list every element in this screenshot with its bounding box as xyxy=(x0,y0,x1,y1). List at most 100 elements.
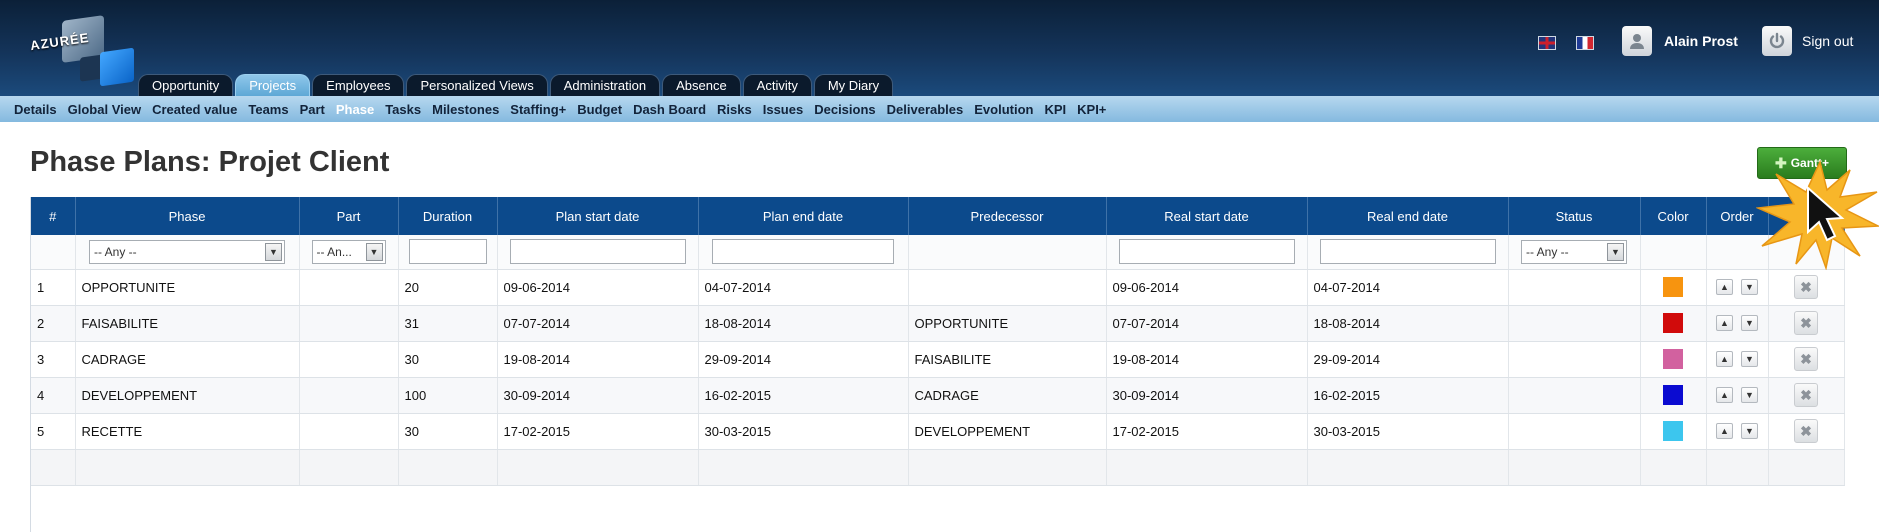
col-header-plan-start[interactable]: Plan start date xyxy=(497,197,699,235)
arrow-up-icon[interactable]: ▲ xyxy=(1716,387,1733,403)
subnav-item-issues[interactable]: Issues xyxy=(763,102,803,117)
color-swatch[interactable] xyxy=(1663,385,1683,405)
chevron-down-icon: ▼ xyxy=(365,242,383,261)
cell-duration: 30 xyxy=(398,413,498,450)
real-end-filter-input[interactable] xyxy=(1319,239,1496,265)
cell-plan-start: 30-09-2014 xyxy=(497,377,699,414)
table-row[interactable]: 1 OPPORTUNITE 20 09-06-2014 04-07-2014 09-06-… xyxy=(31,269,1845,306)
main-tab-administration[interactable]: Administration xyxy=(549,74,661,96)
cell-phase: OPPORTUNITE xyxy=(75,269,300,306)
subnav-item-kpi[interactable]: KPI xyxy=(1044,102,1066,117)
cell-part xyxy=(299,269,399,306)
cell-status xyxy=(1508,305,1641,342)
col-header-phase[interactable]: Phase xyxy=(75,197,300,235)
arrow-down-icon[interactable]: ▼ xyxy=(1741,387,1758,403)
subnav-item-deliverables[interactable]: Deliverables xyxy=(887,102,964,117)
subnav-item-budget[interactable]: Budget xyxy=(577,102,622,117)
color-swatch[interactable] xyxy=(1663,349,1683,369)
col-header-status[interactable]: Status xyxy=(1508,197,1641,235)
status-filter-select[interactable]: -- Any -- ▼ xyxy=(1521,239,1627,264)
subnav-item-milestones[interactable]: Milestones xyxy=(432,102,499,117)
phase-filter-select[interactable]: -- Any -- ▼ xyxy=(89,239,285,264)
arrow-down-icon[interactable]: ▼ xyxy=(1741,315,1758,331)
cell-status xyxy=(1508,269,1641,306)
table-row[interactable]: 2 FAISABILITE 31 07-07-2014 18-08-2014 OPPORT… xyxy=(31,305,1845,342)
duration-filter-input[interactable] xyxy=(408,239,487,265)
subnav-item-teams[interactable]: Teams xyxy=(248,102,288,117)
cell-real-start: 19-08-2014 xyxy=(1106,341,1308,378)
subnav-item-created-value[interactable]: Created value xyxy=(152,102,237,117)
subnav-item-dash-board[interactable]: Dash Board xyxy=(633,102,706,117)
subnav-item-tasks[interactable]: Tasks xyxy=(385,102,421,117)
chevron-down-icon: ▼ xyxy=(1607,242,1624,261)
azuree-logo[interactable]: AZURÉE xyxy=(22,10,142,90)
arrow-up-icon[interactable]: ▲ xyxy=(1716,279,1733,295)
main-tab-absence[interactable]: Absence xyxy=(662,74,741,96)
cell-num: 1 xyxy=(31,269,76,306)
close-icon[interactable]: ✖ xyxy=(1794,275,1818,299)
sign-out-button[interactable]: Sign out xyxy=(1762,26,1853,56)
main-tab-activity[interactable]: Activity xyxy=(742,74,812,96)
cell-plan-end: 04-07-2014 xyxy=(698,269,909,306)
main-tab-employees[interactable]: Employees xyxy=(312,74,405,96)
cell-num: 4 xyxy=(31,377,76,414)
cell-predecessor: CADRAGE xyxy=(908,377,1107,414)
col-header-part[interactable]: Part xyxy=(299,197,399,235)
color-swatch[interactable] xyxy=(1663,277,1683,297)
main-tab-my-diary[interactable]: My Diary xyxy=(813,74,894,96)
cell-part xyxy=(299,341,399,378)
subnav-item-phase[interactable]: Phase xyxy=(336,102,374,117)
subnav-item-risks[interactable]: Risks xyxy=(717,102,752,117)
subnav-item-staffing-[interactable]: Staffing+ xyxy=(510,102,566,117)
cell-real-end: 18-08-2014 xyxy=(1307,305,1509,342)
table-row[interactable]: 3 CADRAGE 30 19-08-2014 29-09-2014 FAISABILIT… xyxy=(31,341,1845,378)
table-row[interactable]: 5 RECETTE 30 17-02-2015 30-03-2015 DEVELOPPEM… xyxy=(31,413,1845,450)
col-header-real-start[interactable]: Real start date xyxy=(1106,197,1308,235)
cell-phase: DEVELOPPEMENT xyxy=(75,377,300,414)
col-header-duration[interactable]: Duration xyxy=(398,197,498,235)
cell-status xyxy=(1508,377,1641,414)
cell-part xyxy=(299,377,399,414)
subnav-item-details[interactable]: Details xyxy=(14,102,57,117)
english-flag-icon[interactable] xyxy=(1538,36,1556,50)
subnav-item-kpi-[interactable]: KPI+ xyxy=(1077,102,1106,117)
col-header-plan-end[interactable]: Plan end date xyxy=(698,197,909,235)
part-filter-select[interactable]: -- An... ▼ xyxy=(311,239,386,264)
user-profile[interactable]: Alain Prost xyxy=(1622,26,1738,56)
cell-plan-start: 09-06-2014 xyxy=(497,269,699,306)
subnav-item-evolution[interactable]: Evolution xyxy=(974,102,1033,117)
arrow-down-icon[interactable]: ▼ xyxy=(1741,279,1758,295)
subnav-item-part[interactable]: Part xyxy=(300,102,325,117)
plan-start-filter-input[interactable] xyxy=(509,239,686,265)
table-row[interactable]: 4 DEVELOPPEMENT 100 30-09-2014 16-02-2015 CAD… xyxy=(31,377,1845,414)
close-icon[interactable]: ✖ xyxy=(1794,347,1818,371)
real-start-filter-input[interactable] xyxy=(1118,239,1295,265)
cell-num: 5 xyxy=(31,413,76,450)
cell-real-start: 30-09-2014 xyxy=(1106,377,1308,414)
cell-part xyxy=(299,305,399,342)
color-swatch[interactable] xyxy=(1663,313,1683,333)
col-header-number[interactable]: # xyxy=(31,197,76,235)
arrow-down-icon[interactable]: ▼ xyxy=(1741,351,1758,367)
close-icon[interactable]: ✖ xyxy=(1794,419,1818,443)
main-tab-personalized-views[interactable]: Personalized Views xyxy=(406,74,548,96)
col-header-color[interactable]: Color xyxy=(1640,197,1707,235)
arrow-up-icon[interactable]: ▲ xyxy=(1716,315,1733,331)
col-header-real-end[interactable]: Real end date xyxy=(1307,197,1509,235)
subnav-item-global-view[interactable]: Global View xyxy=(68,102,141,117)
cell-part xyxy=(299,413,399,450)
arrow-up-icon[interactable]: ▲ xyxy=(1716,423,1733,439)
page-title: Phase Plans: Projet Client xyxy=(30,146,390,178)
plan-end-filter-input[interactable] xyxy=(712,239,894,265)
col-header-predecessor[interactable]: Predecessor xyxy=(908,197,1107,235)
main-tab-opportunity[interactable]: Opportunity xyxy=(138,74,234,96)
arrow-down-icon[interactable]: ▼ xyxy=(1741,423,1758,439)
color-swatch[interactable] xyxy=(1663,421,1683,441)
arrow-up-icon[interactable]: ▲ xyxy=(1716,351,1733,367)
power-icon xyxy=(1762,26,1792,56)
main-tab-projects[interactable]: Projects xyxy=(235,74,311,96)
close-icon[interactable]: ✖ xyxy=(1794,383,1818,407)
subnav-item-decisions[interactable]: Decisions xyxy=(814,102,875,117)
french-flag-icon[interactable] xyxy=(1576,36,1594,50)
close-icon[interactable]: ✖ xyxy=(1794,311,1818,335)
